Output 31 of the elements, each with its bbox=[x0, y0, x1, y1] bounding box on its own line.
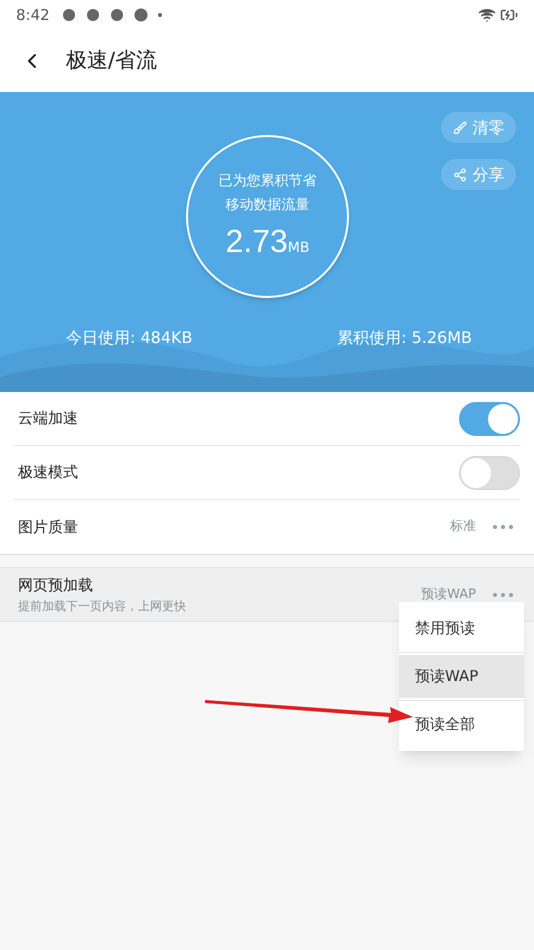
setting-label: 图片质量 bbox=[18, 516, 78, 538]
brush-icon bbox=[452, 120, 466, 134]
today-usage: 今日使用: 484KB bbox=[66, 327, 192, 349]
total-usage: 累积使用: 5.26MB bbox=[337, 327, 472, 349]
savings-value: 2.73 bbox=[226, 222, 288, 260]
page-title: 极速/省流 bbox=[66, 47, 158, 74]
more-icon[interactable] bbox=[492, 524, 514, 530]
notification-icon bbox=[110, 8, 124, 22]
savings-unit: MB bbox=[288, 238, 310, 258]
menu-item[interactable]: 预读全部 bbox=[399, 703, 524, 746]
setting-label: 极速模式 bbox=[18, 462, 78, 484]
setting-value: 标准 bbox=[450, 518, 476, 536]
preload-row[interactable]: 网页预加载 提前加载下一页内容，上网更快 预读WAP bbox=[0, 567, 534, 622]
setting-label: 网页预加载 bbox=[18, 575, 94, 596]
savings-caption: 移动数据流量 bbox=[226, 196, 310, 214]
setting-value: 预读WAP bbox=[421, 586, 476, 604]
menu-item[interactable]: 预读WAP bbox=[399, 655, 524, 698]
dot-icon bbox=[158, 13, 162, 17]
toggle-switch[interactable] bbox=[459, 456, 520, 490]
notification-icon bbox=[86, 8, 100, 22]
notification-icon bbox=[134, 8, 148, 22]
setting-label: 云端加速 bbox=[18, 408, 78, 430]
toggle-switch[interactable] bbox=[459, 402, 520, 436]
wifi-icon bbox=[478, 6, 496, 24]
status-time: 8:42 bbox=[16, 4, 50, 26]
more-icon[interactable] bbox=[492, 592, 514, 598]
menu-item[interactable]: 禁用预读 bbox=[399, 607, 524, 650]
share-icon bbox=[452, 168, 466, 182]
setting-description: 提前加载下一页内容，上网更快 bbox=[18, 598, 186, 615]
savings-caption: 已为您累积节省 bbox=[218, 172, 316, 190]
notification-icon bbox=[62, 8, 76, 22]
